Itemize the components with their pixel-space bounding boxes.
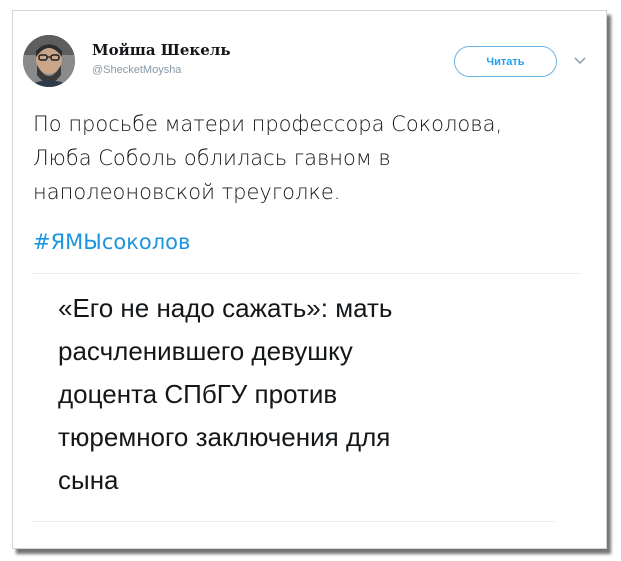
avatar-photo-icon (23, 35, 75, 87)
link-card-title[interactable]: «Его не надо сажать»: мать расчленившего… (58, 287, 578, 502)
tweet-text-line: По просьбе матери профессора Соколова, (33, 112, 503, 136)
card-divider (33, 273, 581, 274)
author-handle[interactable]: @ShecketMoysha (92, 64, 181, 76)
hashtag-link[interactable]: #ЯМЫсоколов (33, 230, 190, 254)
card-title-line: тюремного заключения для (58, 422, 391, 452)
card-divider (33, 521, 555, 522)
card-title-line: сына (58, 465, 119, 495)
follow-button[interactable]: Читать (454, 46, 557, 77)
card-title-line: «Его не надо сажать»: мать (58, 293, 393, 323)
card-title-line: расчленившего девушку (58, 336, 353, 366)
card-title-line: доцента СПбГУ против (58, 379, 338, 409)
tweet-text-line: Люба Соболь облилась гавном в (33, 146, 391, 170)
tweet-text: По просьбе матери профессора Соколова, Л… (33, 107, 593, 209)
author-name[interactable]: Мойша Шекель (92, 41, 231, 59)
avatar[interactable] (23, 35, 75, 87)
tweet-text-line: наполеоновской треуголке. (33, 180, 341, 204)
chevron-down-icon[interactable] (573, 56, 587, 66)
